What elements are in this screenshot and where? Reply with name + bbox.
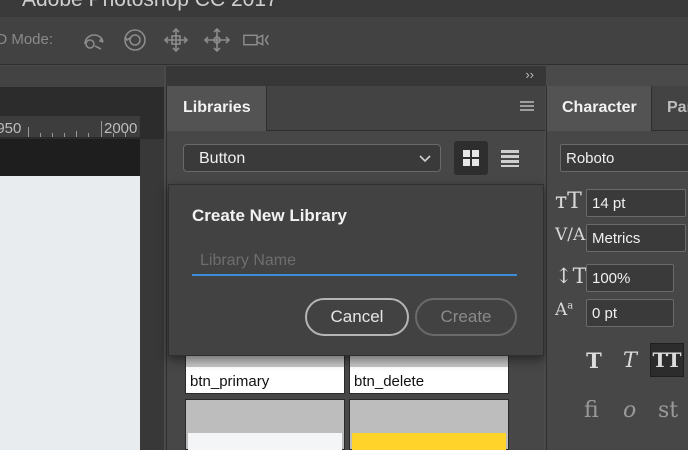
font-family-select[interactable]: Roboto [560,144,688,172]
baseline-shift-value: 0 pt [592,305,618,322]
canvas-scrollbar[interactable] [140,139,164,450]
kerning-field[interactable]: Metrics [586,224,686,252]
create-library-dialog: Create New Library Cancel Create [168,184,544,356]
cancel-button[interactable]: Cancel [305,298,409,336]
discretionary-ligatures-button[interactable]: st [658,398,678,423]
kerning-value: Metrics [592,230,641,247]
list-view-icon[interactable] [500,148,520,168]
vertical-scale-icon: ↕T [555,264,587,288]
tab-character[interactable]: Character [547,86,652,131]
panel-dock-header: ›› [166,66,546,86]
character-panel: Character Paragraph Roboto ᴛT 14 pt V/A … [546,86,688,450]
asset-label: btn_delete [354,373,425,390]
asset-label: btn_primary [190,373,270,390]
tab-paragraph-label: Paragraph [667,99,688,116]
vertical-scale-field[interactable]: 100% [586,264,674,292]
rotate-3d-icon[interactable] [80,26,110,54]
vertical-scale-value: 100% [592,270,631,287]
libraries-tab-strip [267,86,545,131]
tab-libraries[interactable]: Libraries [167,86,267,131]
canvas-pasteboard [0,139,140,176]
font-size-icon: ᴛT [555,189,582,214]
asset-tile[interactable] [185,399,345,450]
app-title-bar: Adobe Photoshop CC 2017 [0,0,688,17]
ruler-label-1950: 1950 [0,120,22,137]
drag-3d-icon[interactable] [161,26,191,54]
all-caps-button[interactable]: TT [650,343,684,377]
font-size-value: 14 pt [592,195,626,212]
roll-3d-icon[interactable] [120,26,150,54]
document-tab-strip [0,66,164,88]
baseline-shift-field[interactable]: 0 pt [586,299,674,327]
dialog-title: Create New Library [192,206,347,225]
collapse-panels-button[interactable]: ›› [525,67,534,82]
panel-menu-icon[interactable] [519,100,535,114]
tab-character-label: Character [562,99,637,116]
baseline-shift-icon: Aa [555,300,574,320]
font-family-value: Roboto [566,150,615,167]
ligatures-button[interactable]: fi [584,398,599,423]
old-style-button[interactable]: o [623,398,636,423]
ruler-label-2000: 2000 [104,120,138,137]
faux-italic-button[interactable]: T [613,343,647,377]
tab-libraries-label: Libraries [183,99,251,116]
grid-view-icon[interactable] [454,141,488,175]
3d-mode-label: 3D Mode: [0,31,54,48]
create-button[interactable]: Create [415,298,517,336]
options-bar: 3D Mode: [0,17,688,65]
document-canvas[interactable] [0,176,140,450]
library-name-input[interactable] [192,248,517,276]
tab-paragraph[interactable]: Paragraph [652,86,688,131]
faux-bold-button[interactable]: T [577,343,611,377]
library-select-value: Button [199,150,246,167]
app-title: Adobe Photoshop CC 2017 [22,0,278,12]
asset-tile[interactable] [349,399,509,450]
chevron-down-icon [419,155,431,163]
horizontal-ruler: 1950 2000 [0,116,140,138]
font-size-field[interactable]: 14 pt [586,189,686,217]
library-select[interactable]: Button [183,144,441,172]
scale-3d-icon[interactable] [242,26,272,54]
kerning-icon: V/A [555,225,586,245]
slide-3d-icon[interactable] [202,26,232,54]
